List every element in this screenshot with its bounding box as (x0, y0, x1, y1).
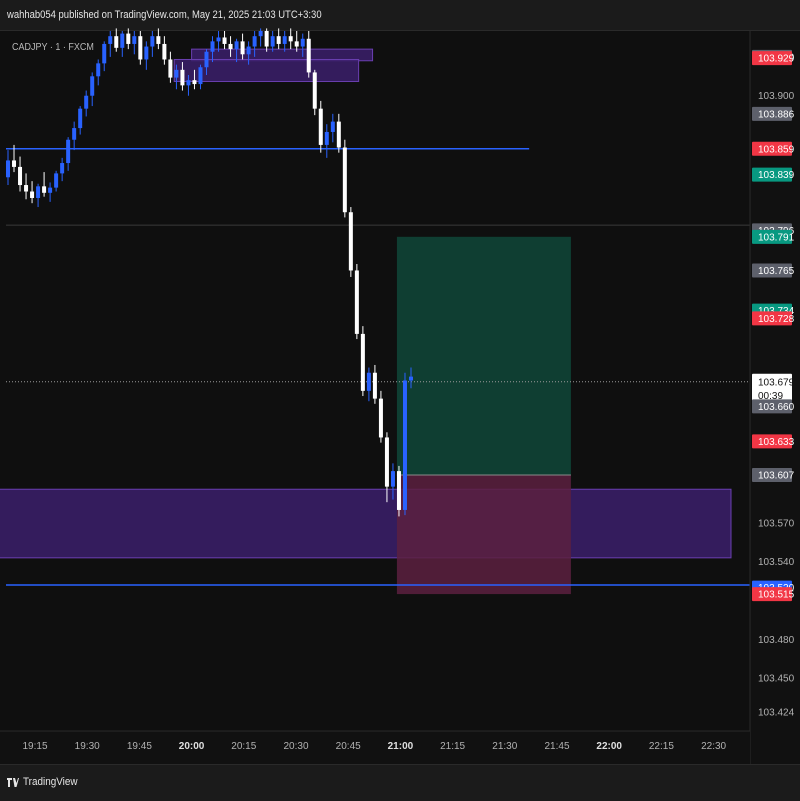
svg-text:103.633: 103.633 (758, 437, 795, 448)
svg-text:103.607: 103.607 (758, 470, 795, 481)
y-tick-1: 103.570 (758, 518, 795, 529)
x-tick-4: 20:15 (231, 741, 256, 752)
svg-text:103.791: 103.791 (758, 232, 795, 243)
svg-text:103.859: 103.859 (758, 144, 795, 155)
price-tag-6: 103.791 (752, 229, 795, 244)
x-tick-11: 22:00 (596, 741, 622, 752)
tradingview-brand[interactable]: TradingView (7, 776, 84, 788)
x-tick-0: 19:15 (22, 741, 47, 752)
position-profit-zone (396, 236, 571, 475)
price-tag-13: 103.607 (752, 467, 795, 482)
price-tag-3: 103.859 (752, 141, 795, 156)
y-tick-4: 103.450 (758, 674, 795, 685)
x-tick-9: 21:30 (492, 741, 517, 752)
x-tick-2: 19:45 (127, 741, 152, 752)
svg-text:103.839: 103.839 (758, 170, 795, 181)
y-tick-2: 103.540 (758, 557, 795, 568)
price-tag-7: 103.765 (752, 263, 795, 278)
x-tick-10: 21:45 (544, 741, 569, 752)
price-tag-15: 103.515 (752, 587, 795, 602)
x-tick-7: 21:00 (388, 741, 414, 752)
price-tag-11: 103.660 (752, 399, 795, 414)
x-tick-5: 20:30 (283, 741, 308, 752)
x-tick-8: 21:15 (440, 741, 465, 752)
position-loss-zone (396, 474, 571, 595)
candle-56 (342, 139, 347, 218)
price-tag-10: 103.67900:39 (752, 373, 795, 403)
x-tick-12: 22:15 (649, 741, 674, 752)
candle-62 (378, 390, 383, 443)
x-tick-1: 19:30 (75, 741, 100, 752)
time-axis (0, 731, 750, 764)
candle-57 (348, 207, 353, 277)
x-tick-6: 20:45 (336, 741, 361, 752)
y-tick-5: 103.424 (758, 707, 795, 718)
tradingview-logo-icon (7, 777, 19, 787)
price-tag-9: 103.728 (752, 311, 795, 326)
footer-bar: TradingView (0, 764, 800, 801)
x-tick-13: 22:30 (701, 741, 726, 752)
y-tick-3: 103.480 (758, 635, 795, 646)
candle-59 (360, 326, 365, 397)
svg-text:103.765: 103.765 (758, 266, 795, 277)
candle-51 (312, 69, 317, 116)
y-tick-0: 103.900 (758, 91, 795, 102)
svg-text:103.515: 103.515 (758, 590, 795, 601)
price-tag-1: 103.929 (752, 51, 795, 66)
candle-58 (354, 264, 359, 340)
brand-name: TradingView (23, 776, 78, 788)
price-tag-4: 103.839 (752, 167, 795, 182)
candlestick-chart[interactable]: 103.900 103.570 103.540 103.480 103.450 103.4… (0, 0, 800, 800)
candle-66 (402, 372, 407, 516)
svg-text:103.660: 103.660 (758, 402, 795, 413)
price-tag-12: 103.633 (752, 434, 795, 449)
svg-text:103.886: 103.886 (758, 109, 795, 120)
zone-2 (0, 488, 732, 559)
x-tick-3: 20:00 (179, 741, 205, 752)
svg-text:103.679: 103.679 (758, 377, 795, 388)
symbol-label[interactable]: CADJPY · 1 · FXCM (12, 42, 94, 53)
svg-text:103.929: 103.929 (758, 54, 795, 65)
candle-65 (396, 465, 401, 517)
price-tag-2: 103.886 (752, 106, 795, 121)
svg-text:103.728: 103.728 (758, 314, 795, 325)
